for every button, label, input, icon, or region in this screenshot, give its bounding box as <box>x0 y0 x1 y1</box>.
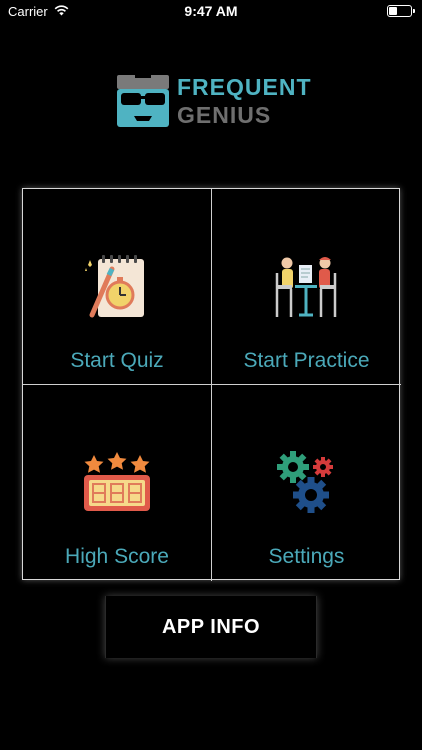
clock: 9:47 AM <box>184 3 238 19</box>
gears-icon <box>277 451 333 513</box>
settings-button[interactable]: Settings <box>212 385 401 581</box>
start-quiz-label: Start Quiz <box>70 349 164 372</box>
app-info-label: APP INFO <box>161 616 261 638</box>
settings-label: Settings <box>268 545 345 568</box>
status-bar: Carrier 9:47 AM <box>0 0 422 22</box>
logo-title-line2: GENIUS <box>177 102 272 128</box>
app-info-button[interactable]: APP INFO <box>105 596 317 658</box>
app-logo: FREQUENT GENIUS <box>114 72 314 130</box>
people-at-table-icon <box>275 257 337 317</box>
glasses-mascot-icon <box>117 72 169 127</box>
start-quiz-button[interactable]: Start Quiz <box>23 189 212 385</box>
start-practice-label: Start Practice <box>243 349 370 372</box>
high-score-label: High Score <box>65 545 169 568</box>
high-score-button[interactable]: High Score <box>23 385 212 581</box>
start-practice-button[interactable]: Start Practice <box>212 189 401 385</box>
notepad-stopwatch-icon <box>85 255 144 318</box>
battery-icon <box>387 5 415 17</box>
scoreboard-stars-icon <box>84 452 150 511</box>
logo-title-line1: FREQUENT <box>177 74 312 100</box>
main-menu-grid: Start Quiz Start Practice High Score Set… <box>22 188 401 581</box>
